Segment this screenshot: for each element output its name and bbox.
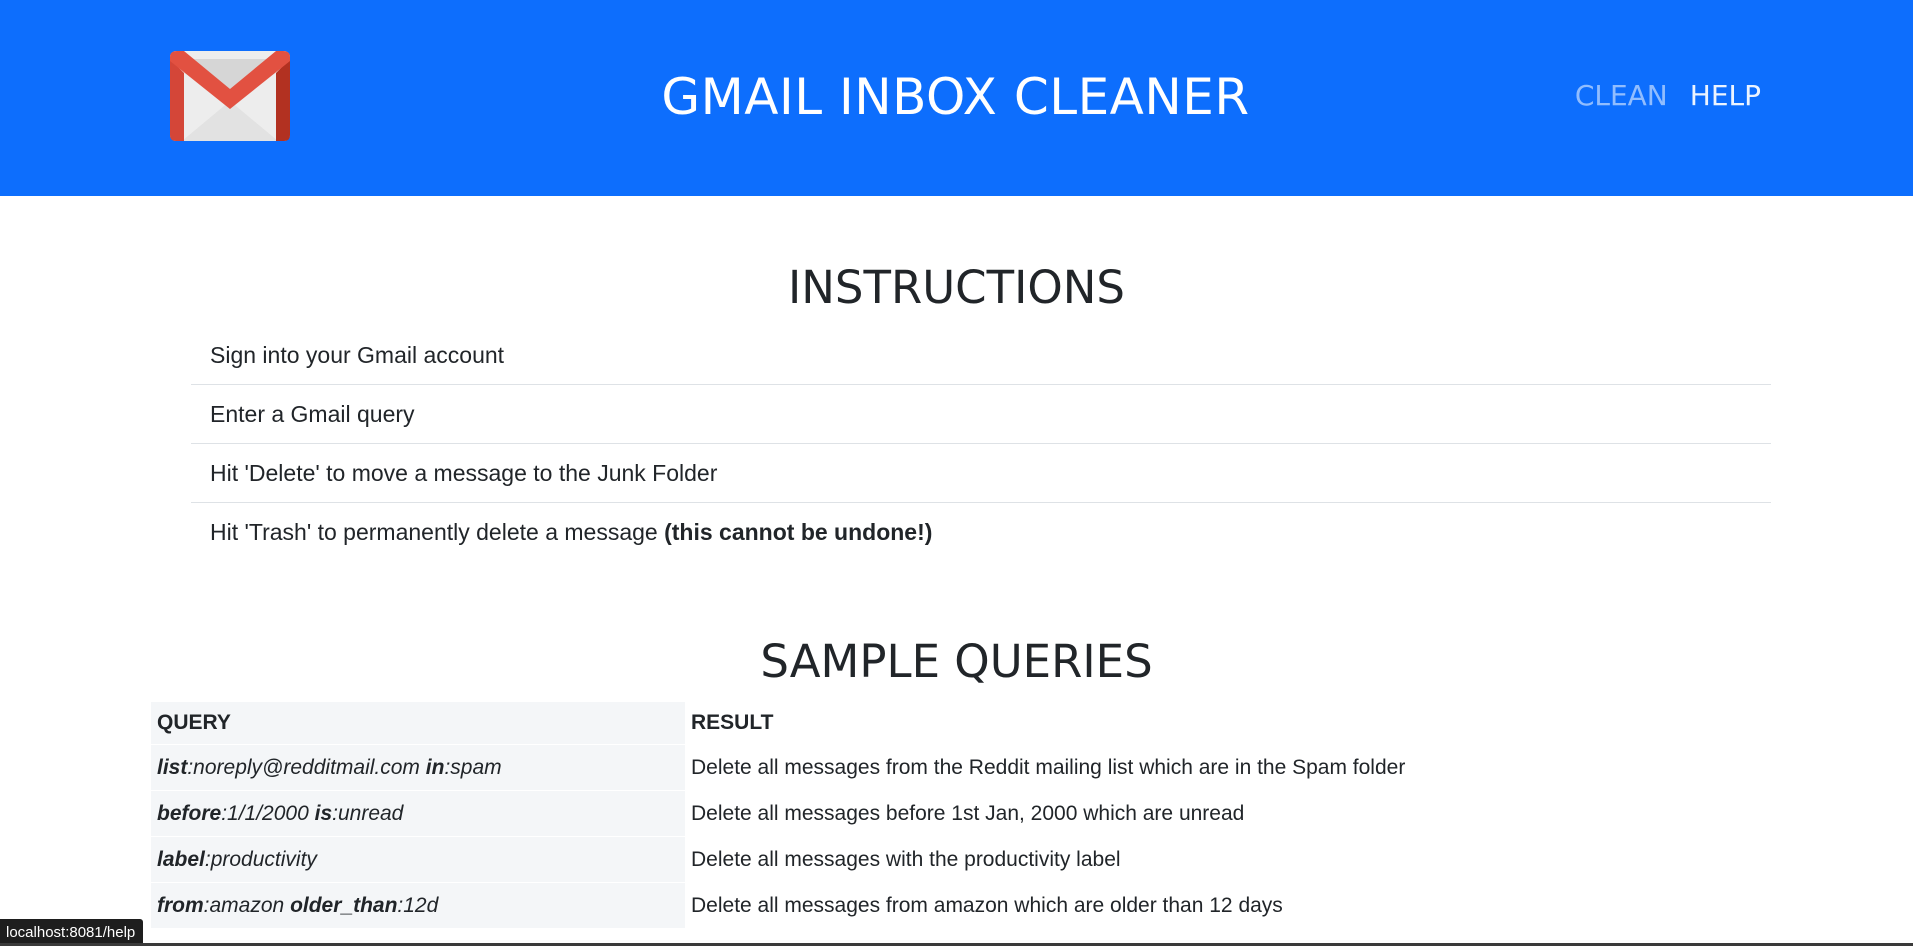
table-row: list:noreply@redditmail.com in:spam Dele…	[151, 744, 1771, 791]
query-cell: list:noreply@redditmail.com in:spam	[151, 744, 685, 791]
column-header-result: RESULT	[685, 702, 1771, 745]
query-operator: before	[157, 801, 222, 825]
query-cell: before:1/1/2000 is:unread	[151, 790, 685, 837]
table-row: before:1/1/2000 is:unread Delete all mes…	[151, 790, 1771, 837]
instructions-heading: INSTRUCTIONS	[787, 261, 1126, 314]
query-value: :noreply@redditmail.com	[187, 755, 420, 779]
instruction-text: Hit 'Delete' to move a message to the Ju…	[210, 460, 718, 486]
link-preview-status: localhost:8081/help	[0, 919, 144, 946]
instruction-warning: (this cannot be undone!)	[664, 519, 933, 545]
query-value: :spam	[444, 755, 502, 779]
result-cell: Delete all messages before 1st Jan, 2000…	[685, 790, 1771, 837]
nav-link-help[interactable]: HELP	[1690, 78, 1761, 114]
query-operator: is	[314, 801, 333, 825]
sample-queries-table: QUERY RESULT list:noreply@redditmail.com…	[151, 702, 1771, 929]
instruction-text: Hit 'Trash' to permanently delete a mess…	[210, 519, 665, 545]
table-row: from:amazon older_than:12d Delete all me…	[151, 882, 1771, 929]
query-value: :12d	[397, 893, 439, 917]
instruction-item: Hit 'Trash' to permanently delete a mess…	[191, 503, 1771, 561]
instruction-item: Sign into your Gmail account	[191, 326, 1771, 385]
main-nav: CLEAN HELP	[1575, 78, 1761, 114]
query-value: :amazon	[203, 893, 285, 917]
sample-queries-heading: SAMPLE QUERIES	[760, 635, 1153, 688]
result-cell: Delete all messages with the productivit…	[685, 836, 1771, 883]
query-value: :productivity	[204, 847, 317, 871]
result-cell: Delete all messages from amazon which ar…	[685, 882, 1771, 929]
result-cell: Delete all messages from the Reddit mail…	[685, 744, 1771, 791]
nav-link-clean[interactable]: CLEAN	[1575, 78, 1668, 114]
page: GMAIL INBOX CLEANER CLEAN HELP INSTRUCTI…	[0, 0, 1913, 946]
query-operator: label	[157, 847, 205, 871]
top-navbar: GMAIL INBOX CLEANER CLEAN HELP	[0, 0, 1913, 196]
instruction-text: Sign into your Gmail account	[210, 342, 505, 368]
instruction-text: Enter a Gmail query	[210, 401, 415, 427]
query-value: :1/1/2000	[221, 801, 309, 825]
query-operator: in	[425, 755, 445, 779]
table-header-row: QUERY RESULT	[151, 702, 1771, 745]
column-header-query: QUERY	[151, 702, 685, 745]
query-cell: label:productivity	[151, 836, 685, 883]
query-cell: from:amazon older_than:12d	[151, 882, 685, 929]
instructions-list: Sign into your Gmail account Enter a Gma…	[191, 326, 1771, 561]
query-operator: from	[157, 893, 204, 917]
instruction-item: Enter a Gmail query	[191, 385, 1771, 444]
query-operator: older_than	[290, 893, 398, 917]
query-value: :unread	[332, 801, 404, 825]
table-row: label:productivity Delete all messages w…	[151, 836, 1771, 883]
instruction-item: Hit 'Delete' to move a message to the Ju…	[191, 444, 1771, 503]
query-operator: list	[157, 755, 188, 779]
